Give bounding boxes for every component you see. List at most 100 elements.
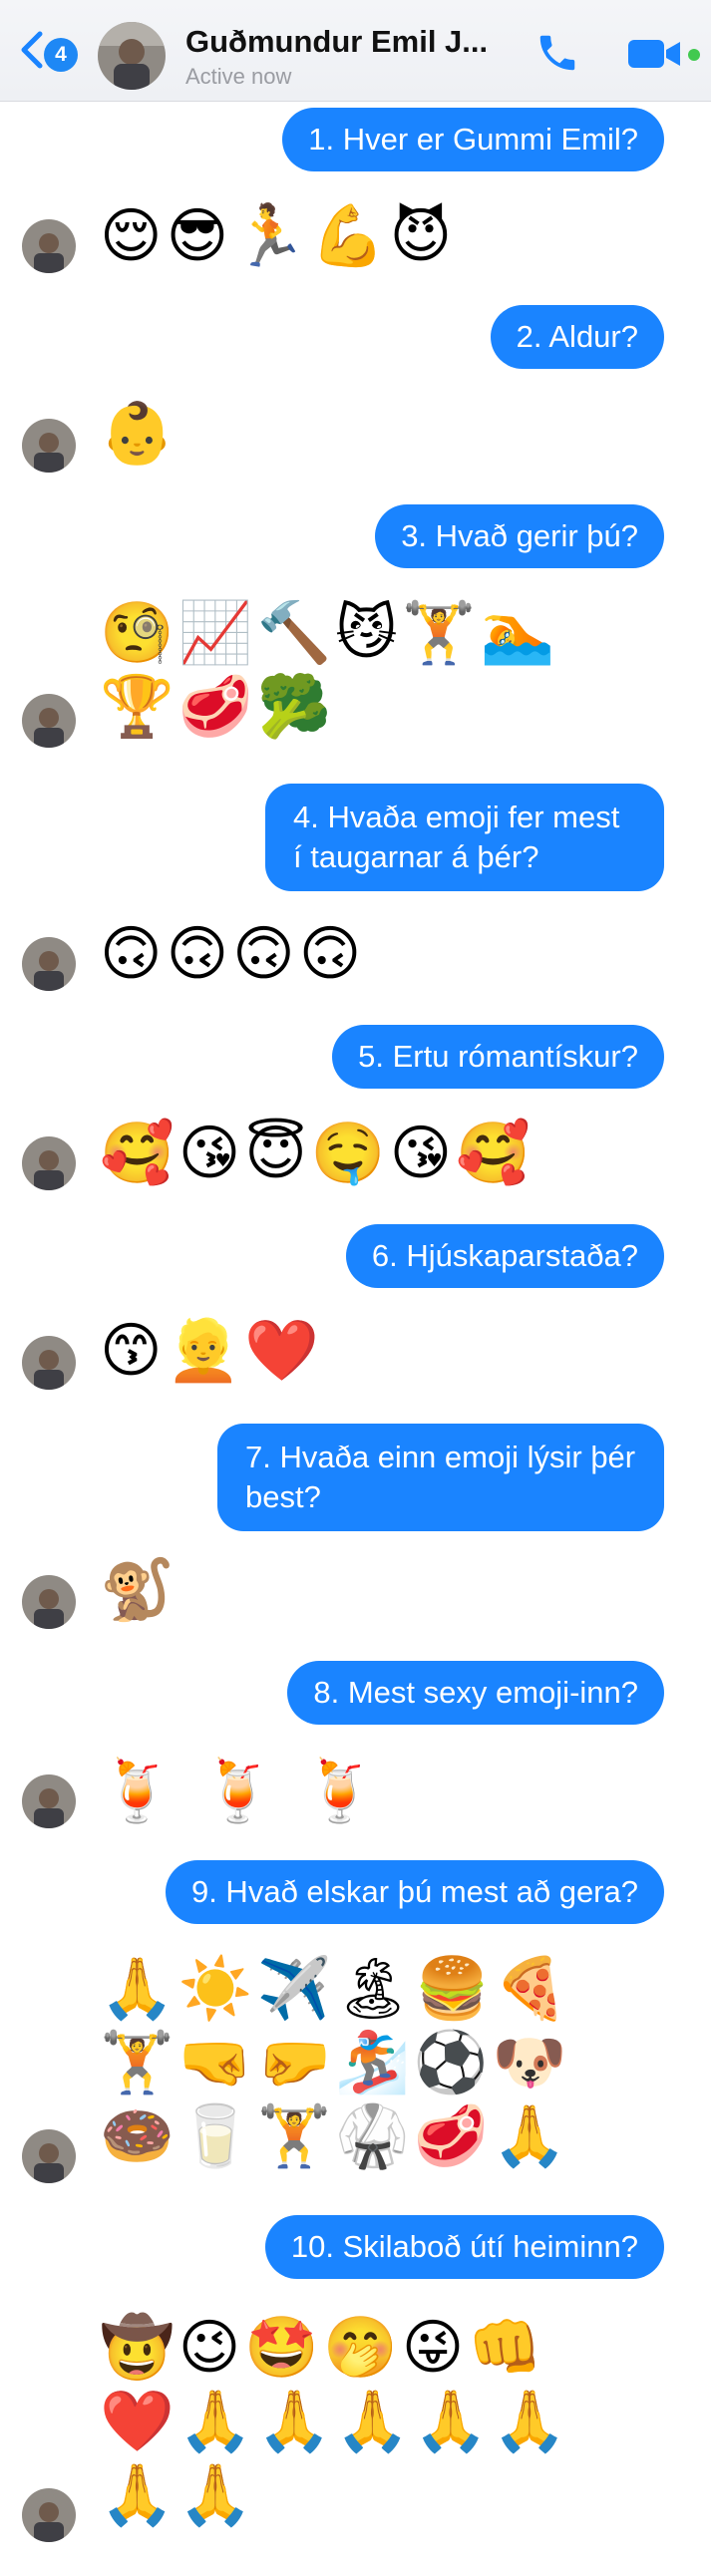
emoji: 🏋	[401, 598, 481, 668]
emoji-reply-10[interactable]: 🤠😉🤩🤭😜👊 ❤️🙏🙏🙏🙏🙏 🙏🙏	[100, 2311, 570, 2532]
emoji-reply-2[interactable]: 👶	[100, 397, 178, 471]
avatar	[22, 1575, 76, 1629]
question-bubble-10[interactable]: 10. Skilaboð útí heiminn?	[264, 2215, 664, 2279]
emoji: 😘	[389, 1119, 457, 1188]
emoji: 🤤	[310, 1119, 390, 1188]
unread-count-badge[interactable]: 4	[44, 38, 78, 72]
avatar	[22, 2488, 76, 2542]
emoji-reply-9[interactable]: 🙏☀️✈️🏝🍔🍕 🏋🤜🤛🏂⚽🐶 🍩🥛🏋🥋🥩🙏	[100, 1952, 572, 2173]
emoji: 🤩	[244, 2313, 323, 2383]
contact-avatar[interactable]	[98, 22, 166, 90]
emoji-reply-4[interactable]: 🙃🙃🙃🙃	[100, 917, 365, 991]
phone-icon[interactable]	[534, 30, 580, 76]
emoji: 📈	[178, 598, 257, 668]
emoji: 🥦	[256, 672, 336, 742]
emoji: 😙	[100, 1316, 167, 1386]
emoji: 🙏	[413, 2387, 493, 2456]
emoji-reply-8[interactable]: 🍹 🍹 🍹	[100, 1755, 381, 1828]
video-camera-icon[interactable]	[626, 36, 686, 72]
emoji: ☀️	[178, 1954, 257, 2024]
question-bubble-4[interactable]: 4. Hvaða emoji fer mest í taugarnar á þé…	[265, 784, 664, 891]
emoji: 🙃	[100, 919, 167, 989]
emoji-reply-7[interactable]: 🐒	[100, 1553, 178, 1627]
avatar	[22, 937, 76, 991]
chat-header: 4 Guðmundur Emil J... Active now	[0, 0, 711, 102]
chevron-left-icon[interactable]	[16, 30, 48, 70]
emoji: 🙏	[492, 2387, 571, 2456]
emoji-reply-1[interactable]: 😌😎🏃💪😈	[100, 199, 456, 273]
emoji-reply-3[interactable]: 🧐📈🔨😼🏋🏊 🏆🥩🥦	[100, 596, 558, 744]
emoji: 😈	[389, 201, 457, 271]
emoji: 🙏	[256, 2387, 336, 2456]
emoji: 🤜	[178, 2028, 257, 2097]
question-bubble-3[interactable]: 3. Hvað gerir þú?	[375, 504, 664, 568]
emoji: ❤️	[244, 1316, 323, 1386]
emoji: 🙃	[166, 919, 233, 989]
emoji: 🍩	[100, 2101, 178, 2171]
emoji: 😉	[178, 2313, 245, 2383]
contact-name[interactable]: Guðmundur Emil J...	[185, 24, 515, 60]
emoji: 🥛	[178, 2101, 257, 2171]
chat-screen: 4 Guðmundur Emil J... Active now 1. Hver…	[0, 0, 711, 2576]
emoji: 🤛	[256, 2028, 336, 2097]
emoji: 👊	[468, 2313, 546, 2383]
emoji: 👶	[100, 399, 178, 469]
emoji: 😎	[166, 201, 233, 271]
emoji: 💪	[310, 201, 390, 271]
active-status: Active now	[185, 64, 292, 89]
emoji: 🥰	[100, 1119, 178, 1188]
emoji: 😼	[335, 598, 402, 668]
emoji: 🥋	[335, 2101, 414, 2171]
emoji: 🐶	[492, 2028, 571, 2097]
question-bubble-8[interactable]: 8. Mest sexy emoji-inn?	[287, 1661, 664, 1725]
emoji: 🙏	[335, 2387, 414, 2456]
emoji: 🏊	[480, 598, 559, 668]
question-bubble-7[interactable]: 7. Hvaða einn emoji lýsir þér best?	[217, 1424, 664, 1531]
emoji: 🍹	[100, 1757, 178, 1826]
emoji: 🥰	[456, 1119, 534, 1188]
emoji: ✈️	[256, 1954, 336, 2024]
emoji: 🏆	[100, 672, 178, 742]
emoji: 🥩	[178, 672, 257, 742]
emoji: 🙏	[492, 2101, 571, 2171]
emoji: 🧐	[100, 598, 178, 668]
emoji: 🏋	[100, 2028, 178, 2097]
emoji: 😘	[178, 1119, 245, 1188]
emoji: 🐒	[100, 1555, 178, 1625]
emoji-reply-5[interactable]: 🥰😘😇🤤😘🥰	[100, 1117, 534, 1190]
emoji: 🙃	[298, 919, 366, 989]
avatar	[22, 2129, 76, 2183]
emoji: 🏂	[335, 2028, 414, 2097]
emoji: 🤭	[323, 2313, 402, 2383]
emoji: 🙏	[178, 2387, 257, 2456]
emoji: 😇	[244, 1119, 311, 1188]
avatar	[22, 1136, 76, 1190]
avatar	[22, 1774, 76, 1828]
emoji: 🍹	[302, 1757, 382, 1826]
emoji: 🍕	[494, 1954, 572, 2024]
emoji: 🍹	[200, 1757, 280, 1826]
avatar	[22, 1336, 76, 1390]
emoji: ⚽	[413, 2028, 493, 2097]
emoji: 🏋	[256, 2101, 336, 2171]
question-bubble-6[interactable]: 6. Hjúskaparstaða?	[345, 1224, 664, 1288]
question-bubble-5[interactable]: 5. Ertu rómantískur?	[332, 1025, 664, 1089]
emoji: 😜	[401, 2313, 469, 2383]
emoji: 🙏	[100, 1954, 178, 2024]
emoji: 😌	[100, 201, 167, 271]
online-indicator	[688, 49, 700, 61]
question-bubble-1[interactable]: 1. Hver er Gummi Emil?	[282, 108, 664, 171]
emoji: 👱	[166, 1316, 245, 1386]
emoji: 🔨	[256, 598, 336, 668]
question-bubble-9[interactable]: 9. Hvað elskar þú mest að gera?	[165, 1860, 664, 1924]
question-bubble-2[interactable]: 2. Aldur?	[490, 305, 664, 369]
emoji: 🙏	[178, 2460, 257, 2530]
emoji: 🤠	[100, 2313, 178, 2383]
emoji-reply-6[interactable]: 😙👱❤️	[100, 1314, 323, 1388]
emoji: ❤️	[100, 2387, 178, 2456]
avatar	[22, 694, 76, 748]
emoji: 🙏	[100, 2460, 178, 2530]
emoji: 🙃	[232, 919, 299, 989]
emoji: 🥩	[413, 2101, 493, 2171]
emoji: 🏃	[232, 201, 311, 271]
